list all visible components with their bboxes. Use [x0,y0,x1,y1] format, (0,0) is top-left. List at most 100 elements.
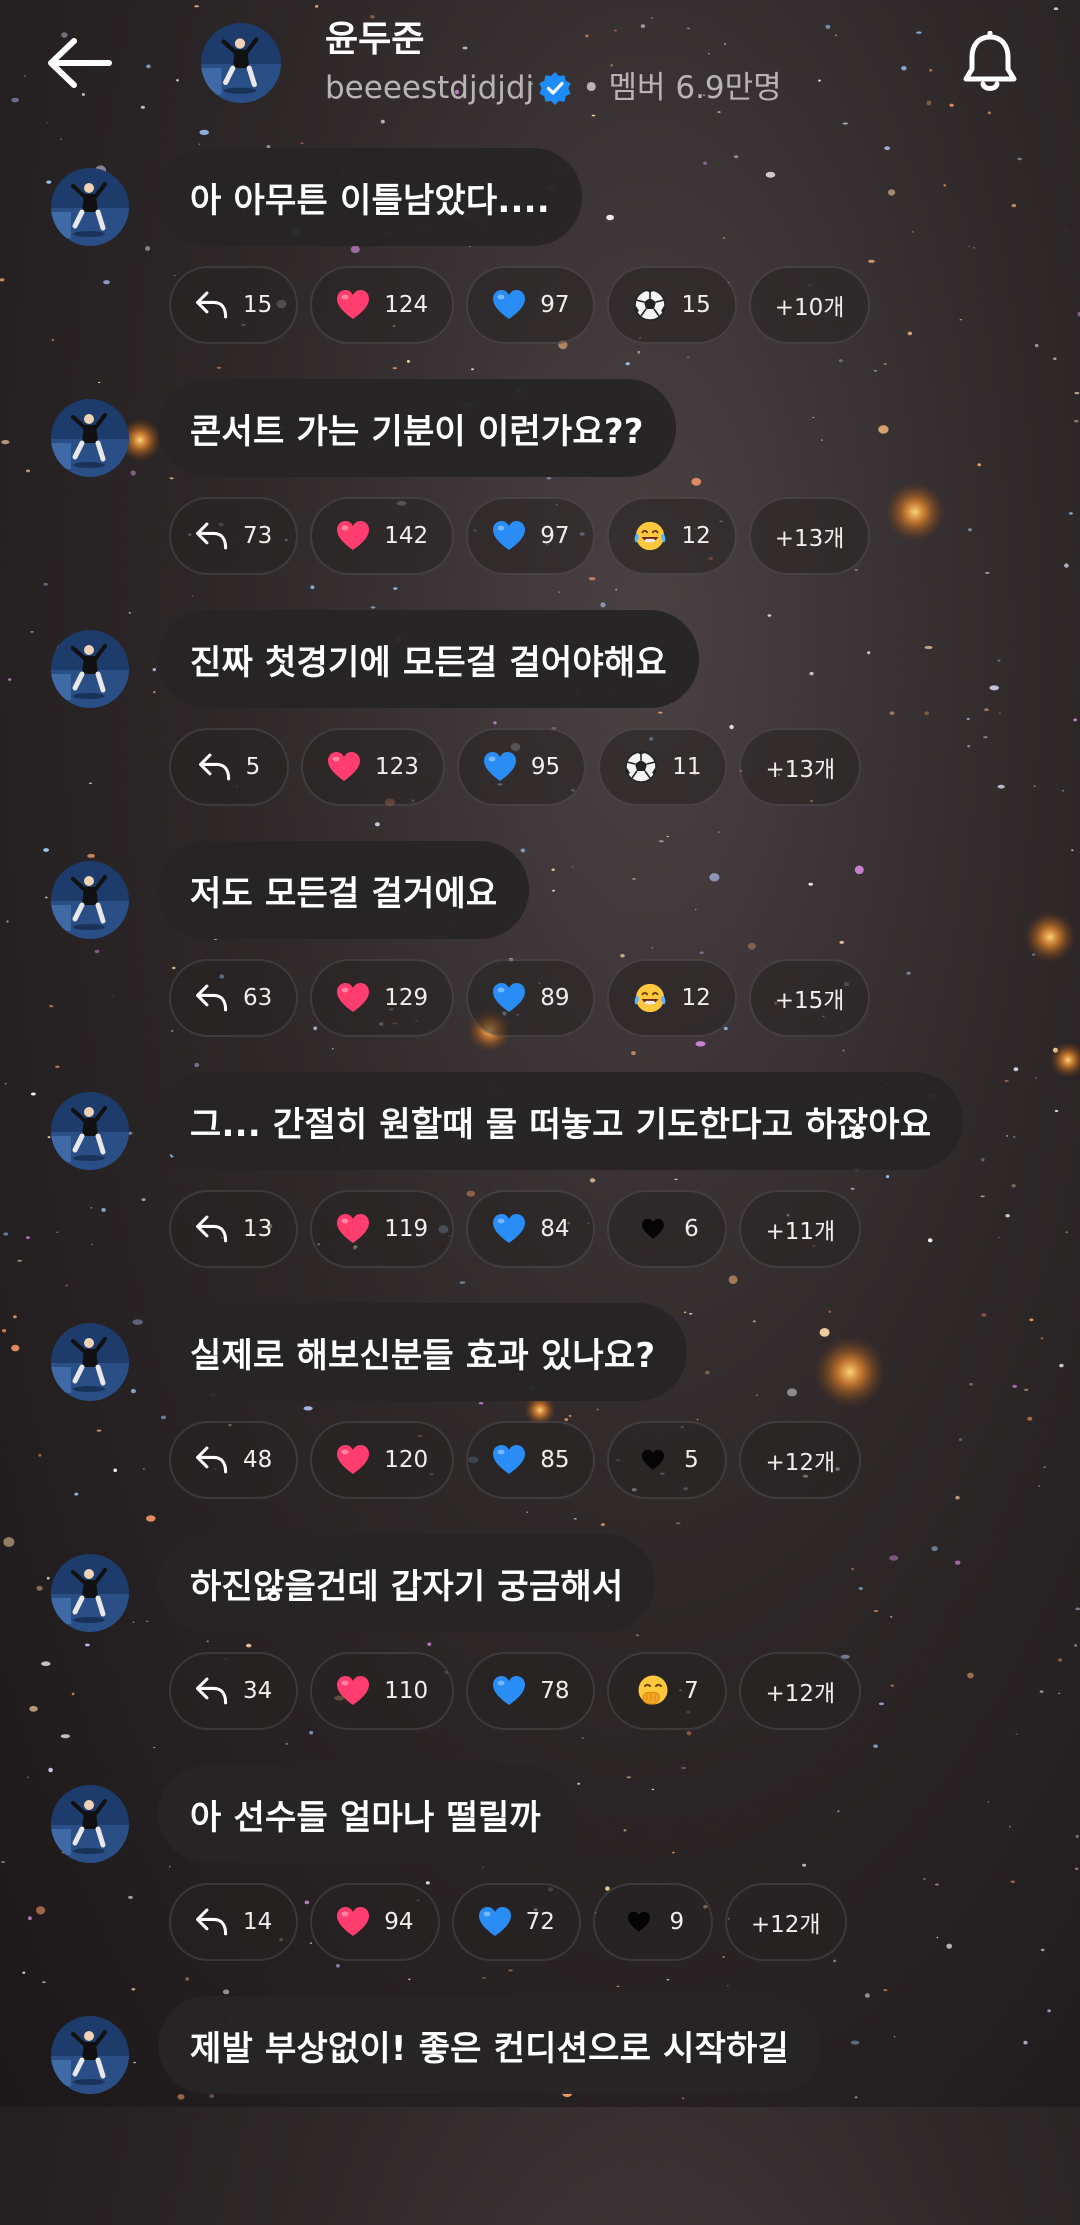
sender-avatar[interactable] [51,168,129,246]
reaction-chip[interactable]: 5 [607,1421,728,1499]
reaction-count: 12 [681,985,711,1011]
reaction-chip[interactable]: 119 [310,1190,455,1268]
reaction-chip[interactable]: 12 [607,959,737,1037]
more-reactions-button[interactable]: +13개 [739,728,862,806]
reaction-count: 120 [384,1447,429,1473]
arrow-left-icon [48,38,112,88]
blue-heart-icon [492,981,526,1015]
more-reactions-button[interactable]: +11개 [739,1190,862,1268]
reaction-chip[interactable]: 123 [301,728,445,806]
reply-icon [195,1212,229,1246]
message-bubble[interactable]: 진짜 첫경기에 모든걸 걸어야해요 [158,610,699,708]
reaction-chip[interactable]: 89 [466,959,596,1037]
blue-heart-icon [483,750,517,784]
message-item: 그... 간절히 원할때 물 떠놓고 기도한다고 하잖아요 13 119 84 6 +11… [0,1070,1080,1301]
avatar-image [51,1323,129,1401]
more-reactions-button[interactable]: +12개 [739,1421,862,1499]
message-bubble[interactable]: 아 아무튼 이틀남았다.... [158,148,582,246]
reaction-chip[interactable]: 7 [607,1652,728,1730]
reply-button[interactable]: 34 [169,1652,299,1730]
more-reactions-button[interactable]: +12개 [724,1883,847,1961]
sender-avatar[interactable] [51,630,129,708]
more-reactions-button[interactable]: +10개 [748,266,871,344]
more-reactions-button[interactable]: +12개 [739,1652,862,1730]
message-item: 하진않을건데 갑자기 궁금해서 34 110 78 7 +12개 [0,1532,1080,1763]
blue-heart-icon [478,1905,512,1939]
reply-count: 13 [243,1216,273,1242]
message-bubble[interactable]: 실제로 해보신분들 효과 있나요? [158,1303,688,1401]
reaction-count: 97 [540,292,570,318]
avatar-image [51,1554,129,1632]
reaction-chip[interactable]: 120 [310,1421,455,1499]
reaction-chip[interactable]: 6 [607,1190,728,1268]
reaction-count: 94 [384,1909,414,1935]
message-bubble[interactable]: 아 선수들 얼마나 떨릴까 [158,1765,573,1863]
reaction-count: 110 [384,1678,429,1704]
reaction-chip[interactable]: 84 [466,1190,596,1268]
reaction-chip[interactable]: 129 [310,959,455,1037]
soccer-ball-icon [633,288,667,322]
reply-button[interactable]: 13 [169,1190,299,1268]
avatar-image [51,2016,129,2094]
reaction-chip[interactable]: 94 [310,1883,440,1961]
red-heart-icon [336,1674,370,1708]
reaction-count: 123 [375,754,419,780]
soccer-ball-icon [624,750,658,784]
message-bubble[interactable]: 저도 모든걸 걸거에요 [158,841,530,939]
reaction-chip[interactable]: 142 [310,497,455,575]
sender-avatar[interactable] [51,2016,129,2094]
message-bubble[interactable]: 콘서트 가는 기분이 이런가요?? [158,379,676,477]
message-item: 콘서트 가는 기분이 이런가요?? 73 142 97 12 +13개 [0,377,1080,608]
reaction-count: 12 [681,523,711,549]
reply-button[interactable]: 73 [169,497,299,575]
reaction-chip[interactable]: 78 [466,1652,596,1730]
reaction-chip[interactable]: 72 [451,1883,581,1961]
blue-heart-icon [492,1212,526,1246]
reply-icon [195,288,229,322]
sender-avatar[interactable] [51,1785,129,1863]
reaction-chip[interactable]: 124 [310,266,455,344]
channel-handle: beeeestdjdjdj [325,70,535,106]
message-item: 아 선수들 얼마나 떨릴까 14 94 72 9 +12개 [0,1763,1080,1994]
message-bubble[interactable]: 하진않을건데 갑자기 궁금해서 [158,1534,656,1632]
reaction-count: 129 [384,985,429,1011]
more-reactions-button[interactable]: +13개 [748,497,871,575]
message-item: 실제로 해보신분들 효과 있나요? 48 120 85 5 +12개 [0,1301,1080,1532]
reply-button[interactable]: 14 [169,1883,299,1961]
reaction-chip[interactable]: 97 [466,497,596,575]
reaction-count: 97 [540,523,570,549]
back-button[interactable] [40,30,118,96]
sender-avatar[interactable] [51,399,129,477]
sender-avatar[interactable] [51,861,129,939]
sender-avatar[interactable] [51,1323,129,1401]
black-heart-icon [622,1905,656,1939]
message-bubble[interactable]: 그... 간절히 원할때 물 떠놓고 기도한다고 하잖아요 [158,1072,964,1170]
reaction-chip[interactable]: 12 [607,497,737,575]
reply-button[interactable]: 63 [169,959,299,1037]
red-heart-icon [336,981,370,1015]
channel-subtitle: beeeestdjdjdj • 멤버 6.9만명 [325,68,782,108]
message-feed: 아 아무튼 이틀남았다.... 15 124 97 15 +10개 콘서트 가는 기분이 이… [0,146,1080,2225]
reply-button[interactable]: 48 [169,1421,299,1499]
message-bubble[interactable]: 제발 부상없이! 좋은 컨디션으로 시작하길 [158,1996,822,2094]
more-reactions-button[interactable]: +15개 [748,959,871,1037]
reply-button[interactable]: 5 [169,728,289,806]
sender-avatar[interactable] [51,1554,129,1632]
reply-button[interactable]: 15 [169,266,299,344]
reaction-chip[interactable]: 95 [456,728,587,806]
sender-avatar[interactable] [51,1092,129,1170]
reaction-chip[interactable]: 110 [310,1652,455,1730]
reaction-chip[interactable]: 15 [607,266,737,344]
reaction-bar: 48 120 85 5 +12개 [169,1421,862,1499]
channel-header: 윤두준 beeeestdjdjdj • 멤버 6.9만명 [0,0,1080,130]
notification-button[interactable] [955,24,1025,102]
reaction-bar: 13 119 84 6 +11개 [169,1190,862,1268]
reaction-chip[interactable]: 85 [466,1421,596,1499]
reaction-chip[interactable]: 11 [598,728,728,806]
reaction-chip[interactable]: 97 [466,266,596,344]
channel-avatar[interactable] [201,23,281,103]
reaction-count: 119 [384,1216,429,1242]
reply-icon [195,981,229,1015]
reaction-chip[interactable]: 9 [592,1883,713,1961]
red-heart-icon [336,1212,370,1246]
